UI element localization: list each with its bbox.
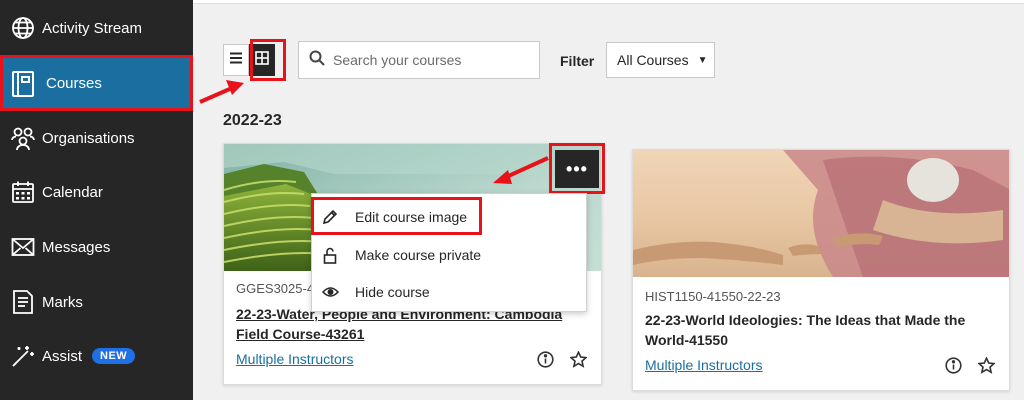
card-actions xyxy=(537,350,588,373)
instructors-link[interactable]: Multiple Instructors xyxy=(645,357,762,373)
info-icon[interactable] xyxy=(945,357,962,379)
menu-item-label: Hide course xyxy=(355,284,430,300)
sidebar-item-label: Assist xyxy=(42,347,83,365)
grid-view-highlight-frame xyxy=(250,39,286,81)
course-code: GGES3025-4 xyxy=(236,281,315,296)
new-badge: NEW xyxy=(92,348,136,364)
star-icon[interactable] xyxy=(977,356,996,379)
menu-item-make-course-private[interactable]: Make course private xyxy=(312,237,586,273)
sidebar-item-label: Organisations xyxy=(42,129,135,147)
menu-item-hide-course[interactable]: Hide course xyxy=(312,274,586,310)
sidebar-item-marks[interactable]: Marks xyxy=(0,275,193,329)
star-icon[interactable] xyxy=(569,350,588,373)
top-divider xyxy=(193,0,1024,4)
course-title-line: Field Course-43261 xyxy=(236,326,365,342)
wand-icon xyxy=(0,343,42,369)
eye-icon xyxy=(321,286,339,298)
course-title-line: World-41550 xyxy=(645,332,728,348)
sidebar-item-calendar[interactable]: Calendar xyxy=(0,165,193,219)
options-highlight-frame xyxy=(549,143,605,194)
sidebar-item-messages[interactable]: Messages xyxy=(0,220,193,274)
course-image xyxy=(633,150,1009,277)
edit-image-highlight-frame xyxy=(311,197,482,235)
unlock-icon xyxy=(321,247,339,264)
sidebar-item-label: Courses xyxy=(46,75,102,92)
book-icon xyxy=(0,70,42,98)
term-heading: 2022-23 xyxy=(223,112,282,129)
sidebar-item-label: Messages xyxy=(42,238,111,256)
sidebar-item-assist[interactable]: Assist NEW xyxy=(0,329,193,383)
people-icon xyxy=(0,125,42,151)
search-input[interactable] xyxy=(333,52,523,68)
course-code: HIST1150-41550-22-23 xyxy=(645,289,781,304)
sidebar-item-activity-stream[interactable]: Activity Stream xyxy=(0,1,193,55)
card-actions xyxy=(945,356,996,379)
sidebar-item-label: Activity Stream xyxy=(42,19,143,37)
search-icon xyxy=(309,50,325,71)
instructors-link[interactable]: Multiple Instructors xyxy=(236,351,353,367)
list-view-button[interactable] xyxy=(223,44,249,76)
list-icon xyxy=(229,51,243,69)
filter-dropdown[interactable]: All Courses ▼ xyxy=(606,42,715,78)
caret-down-icon: ▼ xyxy=(697,54,708,66)
filter-label: Filter xyxy=(560,53,595,69)
sidebar: Activity Stream Courses Organisations Ca… xyxy=(0,0,193,400)
course-title[interactable]: 22-23-World Ideologies: The Ideas that M… xyxy=(645,310,965,350)
envelope-icon xyxy=(0,237,42,257)
course-card[interactable]: HIST1150-41550-22-23 22-23-World Ideolog… xyxy=(632,149,1010,391)
sidebar-item-label: Marks xyxy=(42,293,83,311)
course-search xyxy=(298,41,540,79)
course-title-line: 22-23-World Ideologies: The Ideas that M… xyxy=(645,312,966,328)
filter-value: All Courses xyxy=(617,52,689,68)
sidebar-item-organisations[interactable]: Organisations xyxy=(0,111,193,165)
sidebar-item-label: Calendar xyxy=(42,183,103,201)
sidebar-item-courses[interactable]: Courses xyxy=(0,56,193,111)
globe-icon xyxy=(0,16,42,40)
document-icon xyxy=(0,289,42,315)
calendar-icon xyxy=(0,180,42,204)
menu-item-label: Make course private xyxy=(355,247,482,263)
info-icon[interactable] xyxy=(537,351,554,373)
